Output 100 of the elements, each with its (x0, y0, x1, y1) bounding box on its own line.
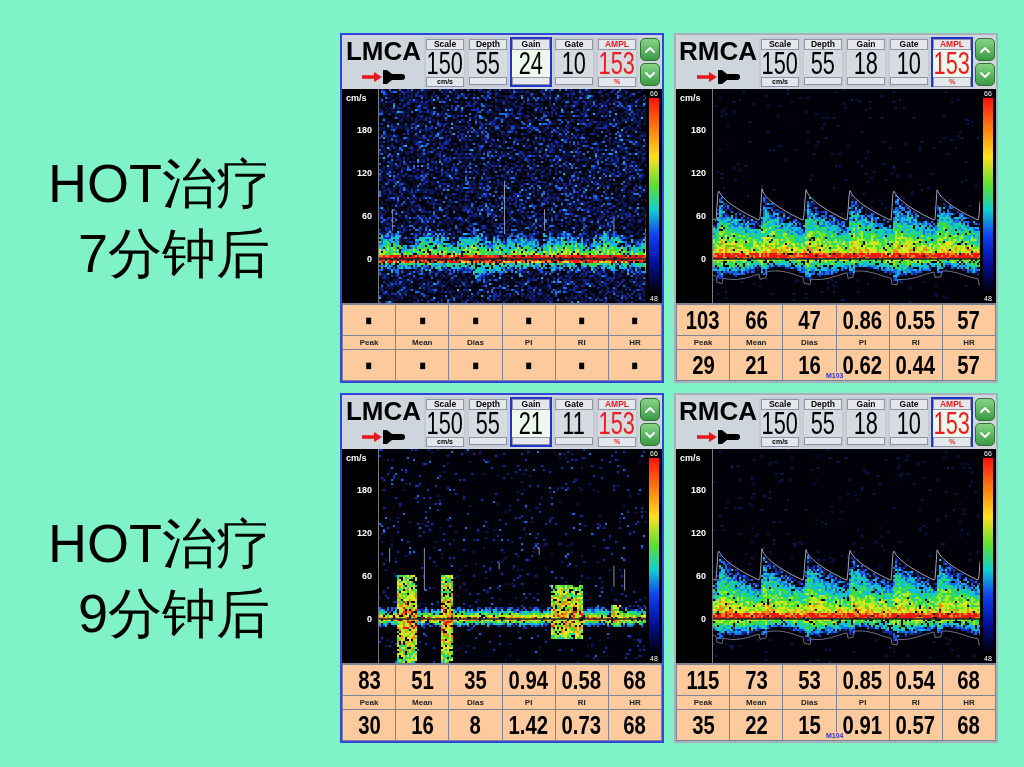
setting-label: AMPL (598, 39, 636, 50)
result-label: Mean (412, 697, 433, 708)
result-value: ▪ (525, 350, 533, 380)
setting-label: AMPL (933, 39, 971, 50)
setting-box[interactable]: Depth 55 (467, 397, 509, 447)
setting-box[interactable]: Depth 55 (467, 37, 509, 87)
axis-tick-label: 60 (362, 570, 372, 582)
setting-value: 150 (426, 410, 464, 437)
setting-value: 11 (562, 410, 586, 437)
result-value: ▪ (525, 305, 533, 335)
result-label: Peak (693, 337, 713, 348)
result-label: Peak (693, 697, 713, 708)
setting-label: Gate (555, 39, 593, 50)
axis-tick-label: 120 (356, 528, 372, 540)
axis-tick-label: 0 (701, 253, 706, 265)
result-value: 22 (744, 710, 768, 740)
setting-box[interactable]: Gate 10 (553, 37, 595, 87)
vessel-label: LMCA (345, 397, 422, 425)
setting-box[interactable]: Gate 10 (888, 37, 930, 87)
result-value: 16 (410, 710, 434, 740)
result-value: ▪ (631, 305, 639, 335)
down-button[interactable] (640, 63, 660, 86)
result-label: Dias (466, 337, 484, 348)
result-label: Dias (800, 337, 818, 348)
result-value: 35 (464, 665, 487, 695)
setting-label: Scale (426, 39, 464, 50)
setting-label: Gate (890, 399, 928, 410)
setting-label: AMPL (933, 399, 971, 410)
axis-tick-label: 180 (356, 125, 372, 137)
axis-unit: cm/s (346, 92, 367, 104)
result-value: 47 (798, 305, 821, 335)
setting-value: 18 (853, 50, 879, 77)
down-button[interactable] (640, 423, 660, 446)
result-value: 0.62 (842, 350, 883, 380)
chevron-up-icon (645, 46, 655, 53)
result-value: 51 (410, 665, 434, 695)
vessel-label: RMCA (679, 37, 757, 65)
setting-value: 55 (810, 50, 836, 77)
result-value: ▪ (578, 305, 586, 335)
result-label: HR (629, 697, 641, 708)
chevron-down-icon (980, 71, 990, 78)
setting-value: 55 (475, 410, 501, 437)
result-value: 66 (744, 305, 768, 335)
result-value: 83 (357, 665, 381, 695)
chevron-down-icon (645, 431, 655, 438)
result-value: 0.57 (896, 710, 936, 740)
caption-line: HOT治疗 (48, 152, 270, 215)
result-value: 73 (744, 665, 768, 695)
setting-value: 10 (896, 410, 922, 437)
setting-value: 150 (426, 50, 464, 77)
setting-label: Gain (847, 399, 885, 410)
result-label: HR (629, 337, 641, 348)
setting-value: 153 (598, 50, 636, 77)
setting-box[interactable]: Gain 18 (845, 397, 887, 447)
result-value: 68 (623, 710, 647, 740)
setting-box[interactable]: Gain 18 (845, 37, 887, 87)
setting-box[interactable]: Depth 55 (802, 37, 844, 87)
up-button[interactable] (975, 38, 995, 61)
result-label: HR (963, 697, 975, 708)
axis-tick-label: 120 (356, 168, 372, 180)
caption-line: 7分钟后 (77, 222, 270, 285)
axis-tick-label: 120 (690, 528, 706, 540)
result-label: RI (911, 697, 920, 708)
result-value: 29 (691, 350, 715, 380)
axis-tick-label: 180 (356, 485, 372, 497)
up-button[interactable] (975, 398, 995, 421)
axis-tick-label: 0 (367, 253, 372, 265)
vessel-label: LMCA (345, 37, 422, 65)
up-button[interactable] (640, 38, 660, 61)
setting-label: Depth (804, 39, 842, 50)
setting-box[interactable]: Gate 11 (553, 397, 595, 447)
setting-box[interactable]: Gain 24 (510, 37, 552, 87)
setting-box[interactable]: Gain 21 (510, 397, 552, 447)
setting-value: 10 (561, 50, 587, 77)
setting-value: 18 (853, 410, 879, 437)
result-value: 0.85 (842, 665, 883, 695)
result-value: 68 (623, 665, 647, 695)
result-value: 0.54 (896, 665, 936, 695)
chevron-down-icon (980, 431, 990, 438)
setting-box[interactable]: Depth 55 (802, 397, 844, 447)
down-button[interactable] (975, 423, 995, 446)
down-button[interactable] (975, 63, 995, 86)
setting-label: Gain (512, 39, 550, 50)
setting-label: Depth (469, 39, 507, 50)
setting-label: Gain (847, 39, 885, 50)
setting-label: Scale (426, 399, 464, 410)
axis-tick-label: 60 (696, 210, 706, 222)
setting-value: 150 (761, 50, 799, 77)
setting-label: Scale (761, 399, 799, 410)
caption-line: HOT治疗 (48, 512, 270, 575)
result-value: ▪ (471, 350, 479, 380)
probe-icon (383, 430, 405, 444)
axis-tick-label: 120 (690, 168, 706, 180)
setting-label: Gate (890, 39, 928, 50)
up-button[interactable] (640, 398, 660, 421)
setting-box[interactable]: Gate 10 (888, 397, 930, 447)
result-value: ▪ (365, 350, 373, 380)
axis-unit: cm/s (680, 92, 701, 104)
setting-label: AMPL (598, 399, 636, 410)
result-value: ▪ (365, 305, 373, 335)
